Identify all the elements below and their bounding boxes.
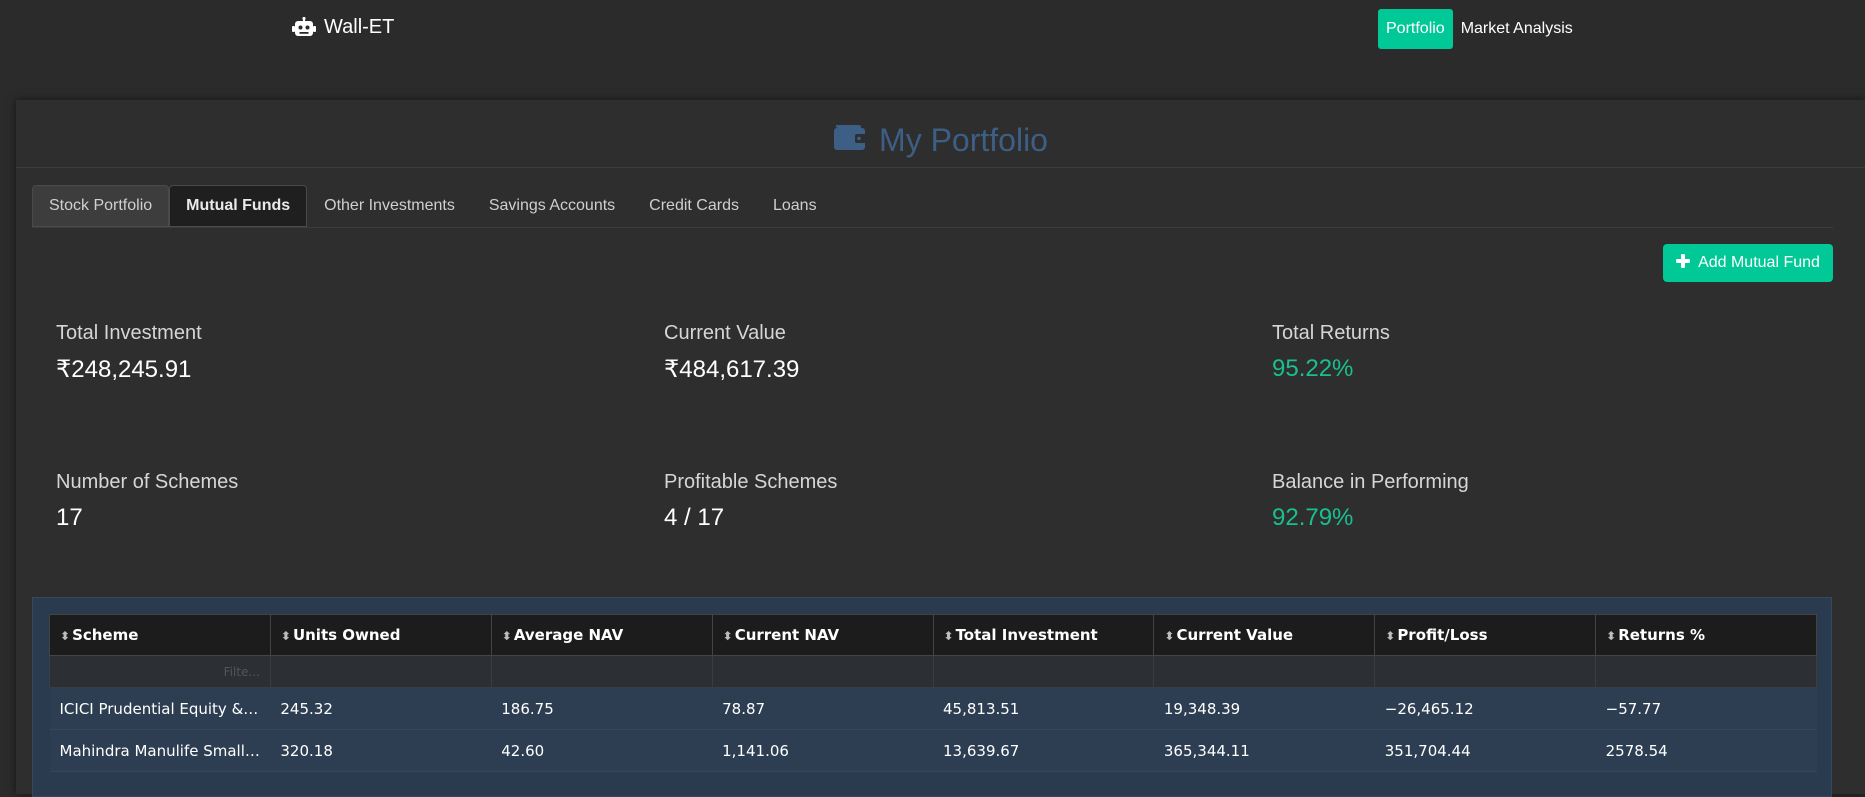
nav-link-portfolio[interactable]: Portfolio [1378, 9, 1453, 49]
cell-profit-loss: −26,465.12 [1374, 687, 1596, 730]
cell-units-owned: 245.32 [270, 687, 492, 730]
cell-total-investment: 45,813.51 [933, 687, 1154, 730]
page-title-text: My Portfolio [879, 121, 1048, 158]
stat-value: 92.79% [1272, 504, 1354, 531]
cell-profit-loss: 351,704.44 [1374, 729, 1596, 772]
cell-average-nav: 186.75 [491, 687, 713, 730]
cell-current-nav: 1,141.06 [712, 729, 933, 772]
cell-current-nav: 78.87 [712, 687, 933, 730]
plus-icon [1676, 253, 1691, 273]
filter-input[interactable] [1595, 655, 1817, 688]
wallet-icon [833, 121, 868, 159]
column-header-units-owned[interactable]: ⬍ Units Owned [269, 614, 492, 656]
cell-current-value: 365,344.11 [1153, 729, 1375, 772]
divider [16, 167, 1865, 168]
add-mutual-fund-label: Add Mutual Fund [1698, 254, 1820, 271]
column-header-returns[interactable]: ⬍ Returns % [1595, 614, 1817, 656]
column-header-current-nav[interactable]: ⬍ Current NAV [711, 614, 934, 656]
filter-input[interactable] [269, 655, 492, 688]
filter-input[interactable] [932, 655, 1155, 688]
stat-number-of-schemes: Number of Schemes 17 [56, 471, 238, 532]
filter-input[interactable] [1374, 655, 1597, 688]
stat-current-value: Current Value ₹484,617.39 [664, 322, 799, 384]
filter-input[interactable] [711, 655, 934, 688]
tab-bar: Stock Portfolio Mutual Funds Other Inves… [32, 185, 1833, 228]
portfolio-panel: My Portfolio Stock Portfolio Mutual Fund… [16, 100, 1865, 797]
stat-label: Number of Schemes [56, 471, 239, 493]
cell-average-nav: 42.60 [491, 729, 713, 772]
cell-scheme: Mahindra Manulife Small ... [49, 729, 271, 772]
cell-units-owned: 320.18 [270, 729, 492, 772]
sort-icon: ⬍ [1385, 629, 1396, 643]
stat-label: Total Returns [1272, 322, 1390, 344]
stat-value: ₹248,245.91 [56, 356, 192, 383]
stat-total-investment: Total Investment ₹248,245.91 [56, 322, 202, 384]
column-header-average-nav[interactable]: ⬍ Average NAV [490, 614, 713, 656]
stat-balance-in-performing: Balance in Performing 92.79% [1272, 471, 1469, 532]
sort-icon: ⬍ [1606, 629, 1617, 643]
mutual-funds-table: ⬍ Scheme ⬍ Units Owned ⬍ Average NAV ⬍ Curre… [49, 614, 1817, 772]
tab-credit-cards[interactable]: Credit Cards [632, 185, 756, 227]
nav-links: Portfolio Market Analysis [1378, 9, 1581, 49]
column-header-total-investment[interactable]: ⬍ Total Investment [932, 614, 1155, 656]
filter-row: Filte... [49, 655, 1817, 688]
column-header-profit-loss[interactable]: ⬍ Profit/Loss [1374, 614, 1597, 656]
filter-input[interactable] [1153, 655, 1376, 688]
stat-label: Current Value [664, 322, 786, 344]
sort-icon: ⬍ [501, 629, 512, 643]
cell-total-investment: 13,639.67 [933, 729, 1154, 772]
sort-icon: ⬍ [722, 629, 733, 643]
brand[interactable]: Wall-ET [292, 16, 394, 39]
robot-icon [292, 16, 316, 39]
brand-name: Wall-ET [324, 16, 395, 38]
tab-stock-portfolio[interactable]: Stock Portfolio [32, 185, 170, 227]
tab-mutual-funds[interactable]: Mutual Funds [169, 185, 308, 227]
stat-value: ₹484,617.39 [664, 356, 800, 383]
sort-icon: ⬍ [60, 629, 71, 643]
stat-value: 95.22% [1272, 355, 1354, 382]
cell-current-value: 19,348.39 [1153, 687, 1375, 730]
table-row[interactable]: Mahindra Manulife Small ... 320.18 42.60… [49, 729, 1817, 772]
filter-input[interactable] [490, 655, 713, 688]
nav-link-market-analysis[interactable]: Market Analysis [1453, 9, 1581, 49]
stat-total-returns: Total Returns 95.22% [1272, 322, 1390, 383]
stat-label: Profitable Schemes [664, 471, 838, 493]
tab-other-investments[interactable]: Other Investments [307, 185, 472, 227]
table-row[interactable]: ICICI Prudential Equity & ... 245.32 186… [49, 687, 1817, 730]
mutual-funds-table-container: ⬍ Scheme ⬍ Units Owned ⬍ Average NAV ⬍ Curre… [32, 597, 1832, 797]
page-title: My Portfolio [16, 110, 1865, 170]
cell-returns: −57.77 [1595, 687, 1817, 730]
stat-value: 4 / 17 [664, 504, 725, 531]
stat-value: 17 [56, 504, 83, 531]
cell-scheme: ICICI Prudential Equity & ... [49, 687, 271, 730]
cell-returns: 2578.54 [1595, 729, 1817, 772]
stat-label: Total Investment [56, 322, 202, 344]
navbar: Wall-ET Portfolio Market Analysis [0, 0, 1865, 58]
sort-icon: ⬍ [943, 629, 954, 643]
column-header-scheme[interactable]: ⬍ Scheme [49, 614, 271, 656]
stat-label: Balance in Performing [1272, 471, 1469, 493]
tab-savings-accounts[interactable]: Savings Accounts [472, 185, 632, 227]
column-header-current-value[interactable]: ⬍ Current Value [1153, 614, 1376, 656]
sort-icon: ⬍ [280, 629, 291, 643]
add-mutual-fund-button[interactable]: Add Mutual Fund [1663, 244, 1833, 282]
table-header-row: ⬍ Scheme ⬍ Units Owned ⬍ Average NAV ⬍ Curre… [49, 614, 1817, 656]
tab-loans[interactable]: Loans [756, 185, 834, 227]
sort-icon: ⬍ [1164, 629, 1175, 643]
filter-input-scheme[interactable]: Filte... [49, 655, 271, 688]
stat-profitable-schemes: Profitable Schemes 4 / 17 [664, 471, 837, 532]
